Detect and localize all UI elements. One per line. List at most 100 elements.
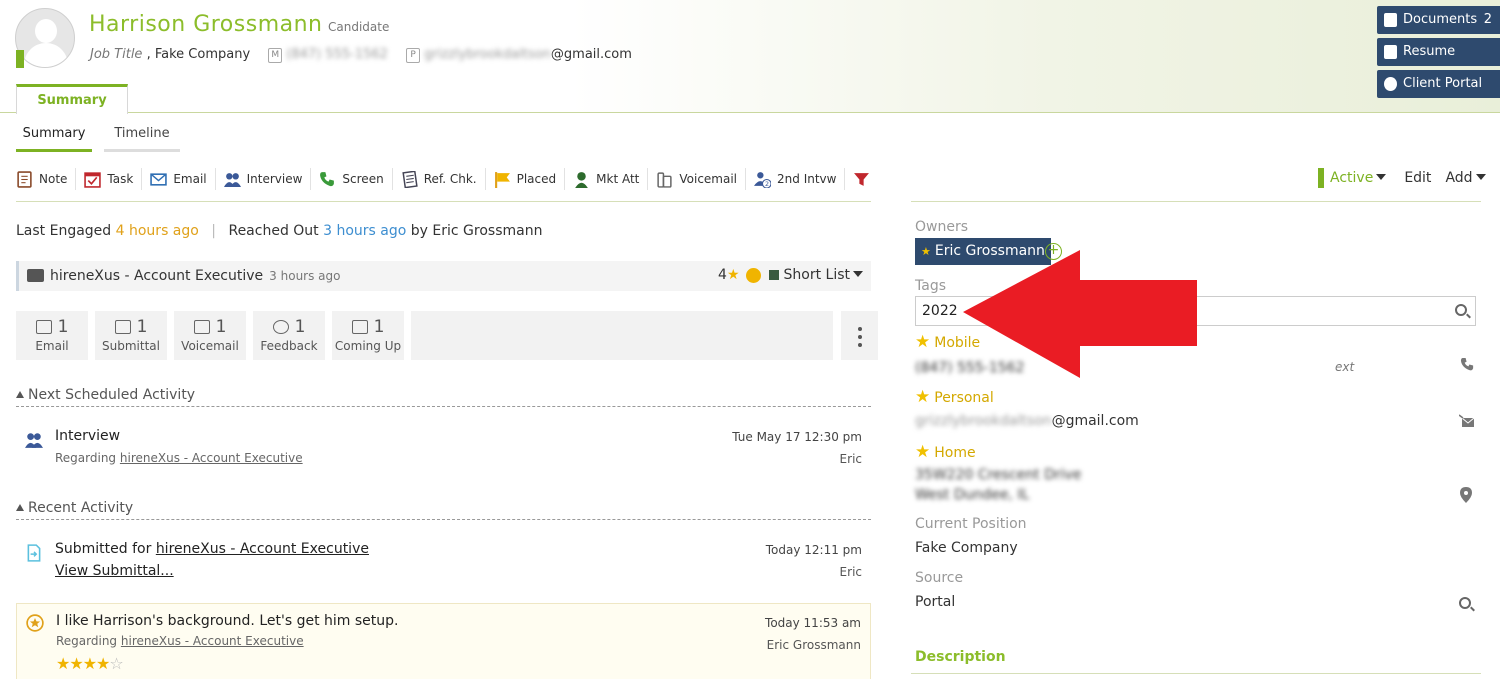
description-header[interactable]: Description [915, 649, 1006, 665]
mobile-number[interactable]: (847) 555-1562 [286, 47, 388, 62]
screen-button[interactable]: Screen [319, 168, 393, 190]
company-name[interactable]: Fake Company [155, 47, 250, 62]
submitted-for-label: Submitted for [55, 541, 152, 557]
section-recent-activity[interactable]: Recent Activity [16, 500, 871, 520]
briefcase-icon [27, 269, 44, 282]
note-button[interactable]: Note [16, 168, 77, 190]
resume-icon [1384, 45, 1397, 59]
search-icon[interactable] [1459, 597, 1471, 609]
voicemail-button[interactable]: Voicemail [656, 168, 747, 190]
submitted-job-link[interactable]: hireneXus - Account Executive [156, 541, 369, 557]
regarding-label: Regarding [55, 451, 117, 465]
task-label: Task [107, 172, 134, 186]
view-submittal-link[interactable]: View Submittal... [55, 563, 174, 579]
recent-activity-item[interactable]: I like Harrison's background. Let's get … [16, 603, 871, 679]
more-menu-button[interactable] [841, 311, 878, 360]
source-label: Source [915, 570, 964, 586]
red-arrow-annotation [963, 250, 1197, 378]
stat-count: 1 [136, 317, 148, 337]
star-icon: ★ [915, 387, 931, 407]
stage-label: Short List [783, 267, 851, 283]
second-interview-icon: 2 [754, 171, 772, 188]
task-button[interactable]: Task [84, 168, 143, 190]
avatar[interactable] [15, 8, 75, 68]
stage-color-icon [768, 270, 779, 280]
stat-submittal[interactable]: 1 Submittal [95, 311, 167, 360]
email-button[interactable]: Email [150, 168, 216, 190]
check-badge-icon [1384, 77, 1397, 91]
send-email-icon[interactable] [1459, 414, 1475, 428]
search-icon[interactable] [1455, 304, 1467, 316]
stat-label: Feedback [260, 339, 318, 353]
filter-button[interactable] [853, 168, 884, 190]
current-position-label: Current Position [915, 516, 1027, 532]
status-dropdown[interactable]: Active [1330, 170, 1387, 186]
star-icon: ★★★★ [56, 654, 110, 673]
current-position-value: Fake Company [915, 540, 1018, 556]
phone-icon[interactable] [1460, 357, 1475, 372]
email-icon [35, 320, 52, 334]
job-pipeline-title[interactable]: hireneXus - Account Executive 3 hours ago [50, 268, 341, 284]
personal-header: ★ Personal [915, 387, 994, 407]
verified-icon [745, 267, 761, 283]
map-pin-icon[interactable] [1460, 487, 1472, 503]
stat-label: Submittal [102, 339, 160, 353]
tab-summary[interactable]: Summary [16, 124, 92, 152]
stat-count: 1 [57, 317, 69, 337]
activity-owner: Eric [839, 452, 862, 466]
client-portal-button[interactable]: Client Portal [1377, 70, 1500, 98]
email-domain[interactable]: @gmail.com [551, 47, 632, 62]
email-label: Email [173, 172, 207, 186]
mkt-att-button[interactable]: Mkt Att [573, 168, 649, 190]
stat-voicemail[interactable]: 1 Voicemail [174, 311, 246, 360]
star-icon: ★ [921, 245, 931, 258]
mobile-badge: M [268, 48, 283, 63]
voicemail-label: Voicemail [679, 172, 738, 186]
interview-button[interactable]: Interview [223, 168, 312, 190]
stage-dropdown[interactable]: Short List [783, 267, 863, 283]
status-controls: Active Edit Add [1318, 168, 1486, 188]
resume-button[interactable]: Resume [1377, 38, 1500, 66]
placed-button[interactable]: Placed [494, 168, 566, 190]
activity-toolbar: Note Task Email Interview Screen Ref. Ch… [16, 166, 892, 192]
placed-label: Placed [516, 172, 557, 186]
email-blurred[interactable]: grizzlybrookdaltson [424, 47, 551, 62]
section-next-activity[interactable]: Next Scheduled Activity [16, 387, 871, 407]
status-label: Active [1330, 170, 1374, 186]
submittal-icon [27, 544, 41, 562]
regarding-link[interactable]: hireneXus - Account Executive [120, 451, 303, 465]
documents-button[interactable]: Documents 2 [1377, 6, 1500, 34]
edit-button[interactable]: Edit [1404, 170, 1431, 186]
mkt-att-label: Mkt Att [596, 172, 640, 186]
ext-label: ext [1335, 360, 1355, 374]
candidate-name: Harrison Grossmann [89, 12, 323, 37]
activity-title: Interview [55, 428, 121, 444]
tab-summary-main[interactable]: Summary [16, 84, 128, 114]
email-icon [150, 172, 168, 186]
add-dropdown[interactable]: Add [1445, 170, 1486, 186]
recent-activity-item[interactable]: Submitted for hireneXus - Account Execut… [16, 541, 871, 585]
svg-text:2: 2 [765, 180, 769, 188]
status-indicator [16, 50, 24, 68]
tags-label: Tags [915, 278, 946, 294]
chevron-down-icon [853, 271, 863, 277]
regarding-link[interactable]: hireneXus - Account Executive [121, 634, 304, 648]
stat-feedback[interactable]: 1 Feedback [253, 311, 325, 360]
pipeline-job-bar[interactable]: hireneXus - Account Executive 3 hours ago… [16, 261, 871, 291]
client-portal-label: Client Portal [1403, 76, 1483, 91]
second-interview-button[interactable]: 2 2nd Intvw [754, 168, 846, 190]
tab-timeline[interactable]: Timeline [104, 124, 180, 152]
personal-email[interactable]: grizzlybrookdaltson@gmail.com [915, 413, 1139, 429]
activity-stats: 1 Email 1 Submittal 1 Voicemail 1 Feedback 1… [16, 311, 885, 360]
scheduled-activity[interactable]: Interview Regarding hireneXus - Account … [16, 428, 871, 472]
star-icon: ★ [915, 442, 931, 462]
person-icon [575, 171, 589, 188]
stat-coming-up[interactable]: 1 Coming Up [332, 311, 404, 360]
chevron-down-icon [1376, 174, 1387, 180]
flag-icon [494, 171, 510, 188]
interview-icon [25, 433, 43, 448]
stat-email[interactable]: 1 Email [16, 311, 88, 360]
job-title-link[interactable]: hireneXus - Account Executive [50, 268, 263, 284]
ref-check-button[interactable]: Ref. Chk. [401, 168, 486, 190]
note-icon [17, 170, 32, 188]
